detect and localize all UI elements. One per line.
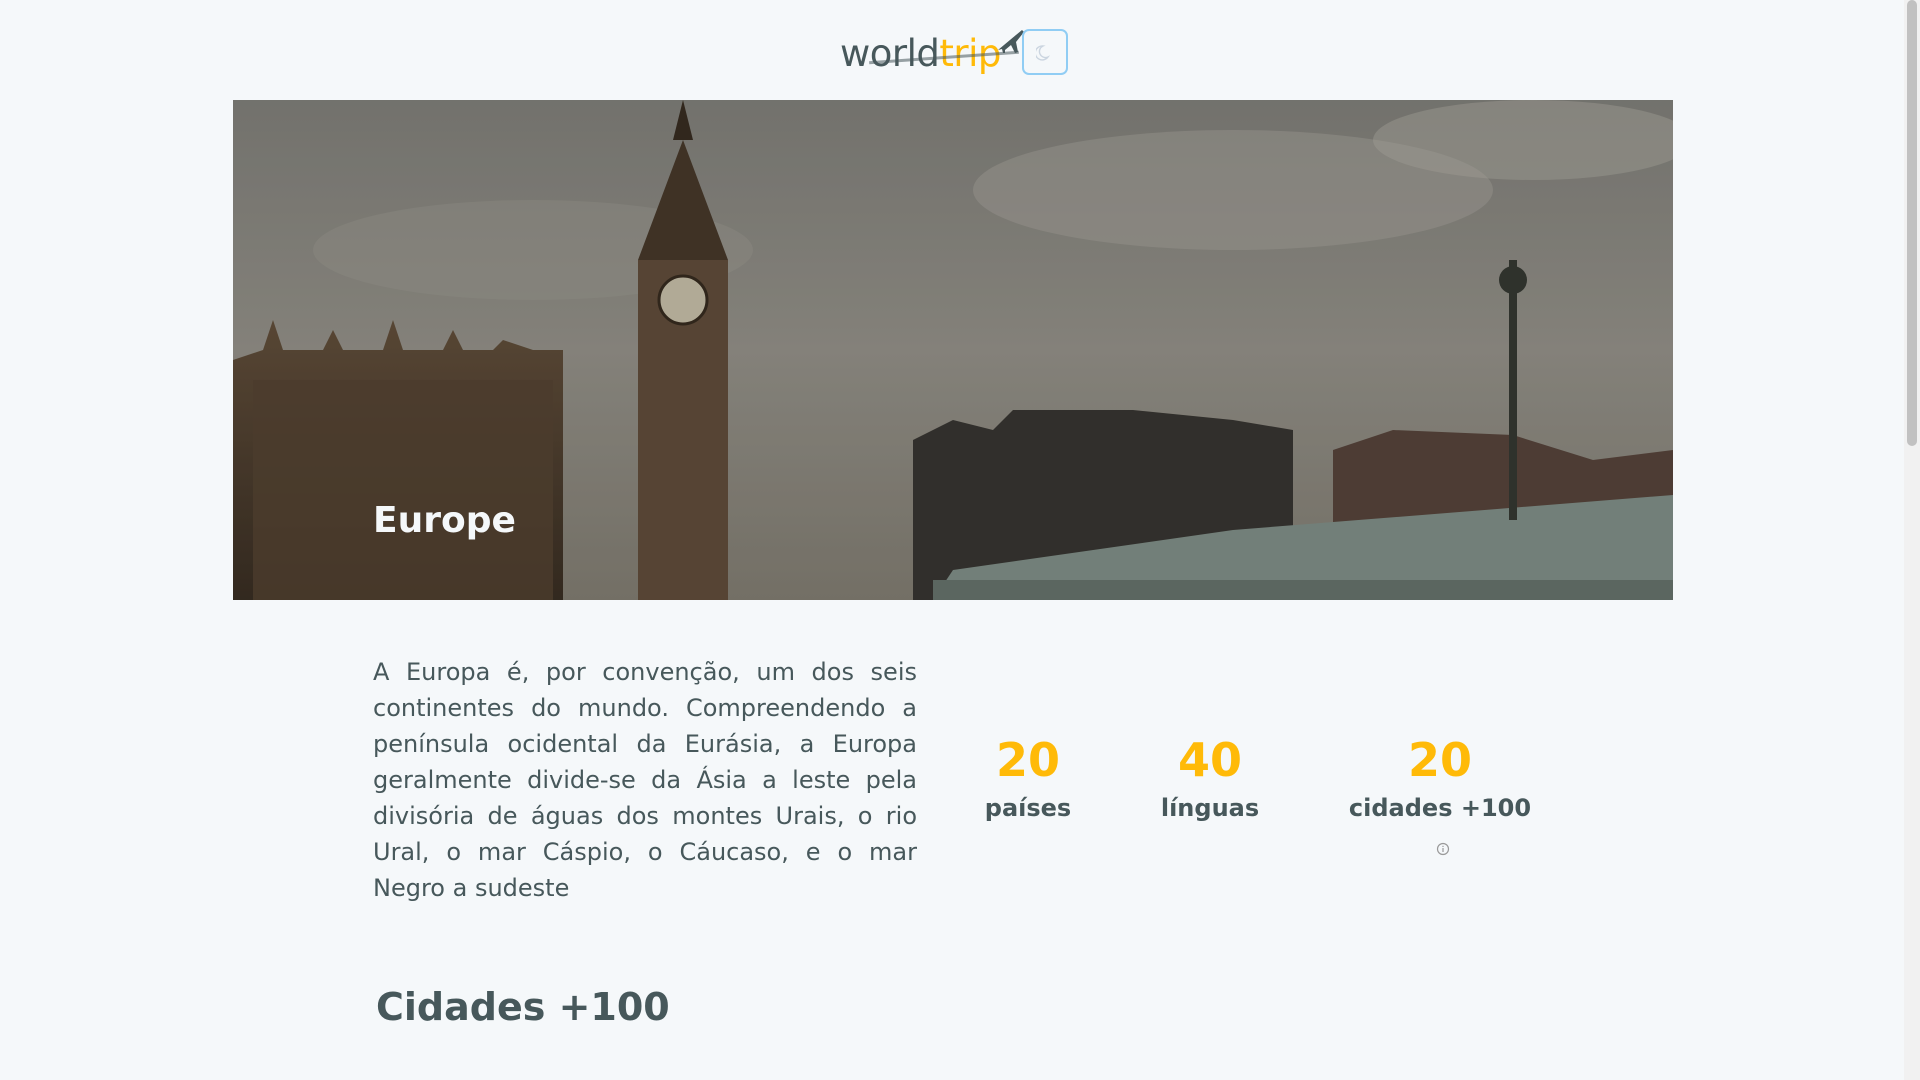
stat-value: 20	[995, 733, 1060, 787]
header: worldtrip	[0, 0, 1904, 100]
stat-value: 20	[1407, 733, 1472, 787]
logo-trip-text: trip	[939, 32, 1001, 75]
stat-label: países	[984, 794, 1072, 822]
scrollbar-thumb[interactable]	[1907, 0, 1917, 446]
info-icon[interactable]	[1436, 842, 1450, 856]
stat-label: línguas	[1160, 794, 1260, 822]
section-title-cities: Cidades +100	[376, 985, 670, 1029]
hero-banner: Europe	[233, 100, 1673, 600]
stat-languages: 40 línguas	[1148, 732, 1272, 828]
page-scrollbar[interactable]	[1904, 0, 1920, 1080]
logo-text: worldtrip	[840, 32, 1001, 75]
continent-description: A Europa é, por convenção, um dos seis c…	[373, 658, 917, 902]
stat-cities: 20 cidades +100	[1340, 732, 1540, 868]
theme-toggle-button[interactable]	[1022, 29, 1068, 75]
stat-value: 40	[1177, 733, 1242, 787]
logo-world-text: world	[840, 32, 940, 75]
stat-label: cidades +100	[1348, 794, 1532, 822]
hero-title: Europe	[373, 500, 516, 541]
stat-countries: 20 países	[968, 732, 1088, 828]
stat-label-row: cidades +100	[1340, 788, 1540, 868]
worldtrip-logo[interactable]: worldtrip	[840, 28, 1026, 78]
moon-icon	[1036, 45, 1051, 61]
